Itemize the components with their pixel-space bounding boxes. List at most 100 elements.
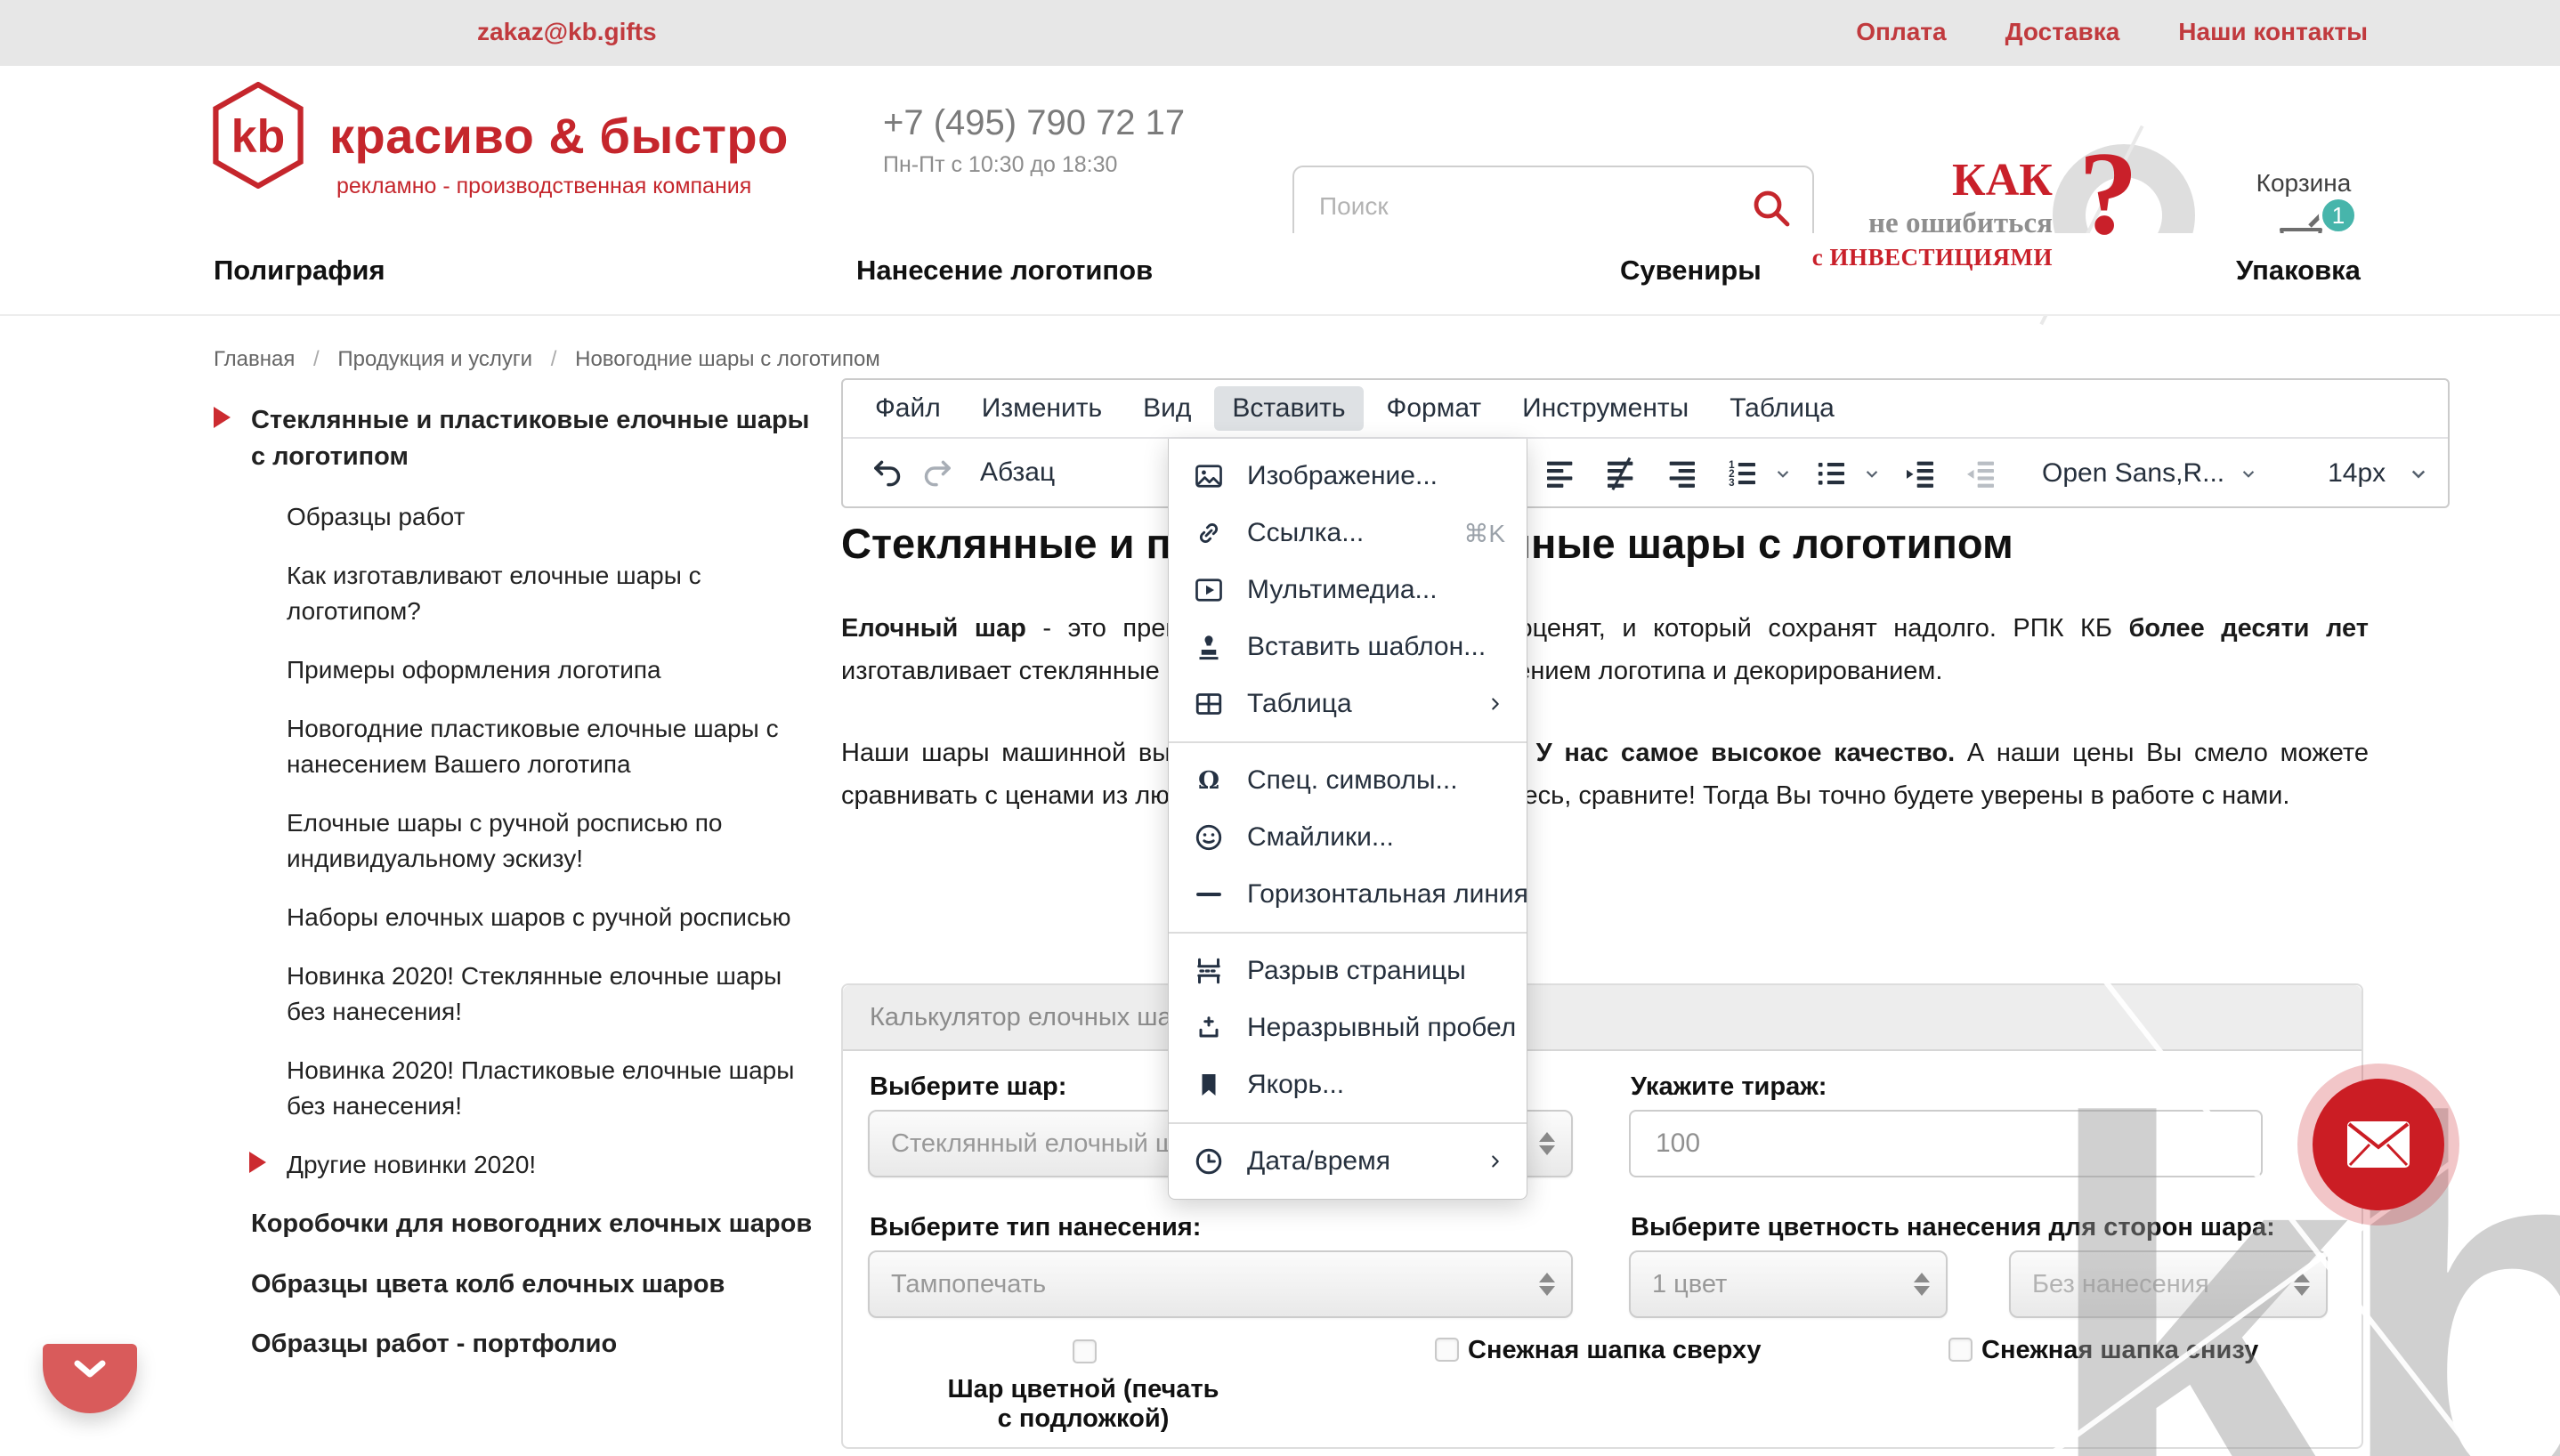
sidebar-item[interactable]: Примеры оформления логотипа [249,652,819,688]
menu-format[interactable]: Формат [1369,386,1500,431]
font-size-select[interactable]: 14px [2328,458,2386,489]
align-left-icon[interactable] [1536,449,1584,497]
block-format-select[interactable]: Абзац [980,457,1055,488]
search-icon[interactable] [1750,187,1793,230]
sidebar-item[interactable]: Наборы елочных шаров с ручной росписью [249,900,819,935]
font-family-select[interactable]: Open Sans,R... [2042,458,2224,489]
font-family-chevron-icon[interactable] [2237,460,2264,487]
menu-item-emoticons[interactable]: Смайлики... [1169,809,1527,866]
qty-input[interactable] [1629,1110,2263,1177]
calculator-body: Выберите шар: Стеклянный елочный шар Ука… [843,1051,2362,1449]
email-link[interactable]: zakaz@kb.gifts [477,18,657,46]
phone-block: +7 (495) 790 72 17 Пн-Пт с 10:30 до 18:3… [883,103,1185,178]
menu-item-anchor[interactable]: Якорь... [1169,1056,1527,1113]
sidebar-item-new-2020[interactable]: Другие новинки 2020! [249,1147,819,1183]
toolbar-more-chevron-icon[interactable] [2405,460,2432,487]
nav-item-polygraphy[interactable]: Полиграфия [214,255,385,287]
redo-icon[interactable] [912,449,960,497]
checkbox-snow-top-label[interactable]: Снежная шапка сверху [1468,1336,1762,1365]
menu-file[interactable]: Файл [857,386,959,431]
nav-item-souvenirs[interactable]: Сувениры [1620,255,1762,287]
menu-item-datetime[interactable]: Дата/время [1169,1133,1527,1190]
sidebar-item-boxes[interactable]: Коробочки для новогодних елочных шаров [214,1206,819,1242]
checkbox-snow-top[interactable] [1435,1338,1459,1362]
color-side2-value: Без нанесения [2032,1270,2209,1299]
checkbox-snow-bottom-label[interactable]: Снежная шапка снизу [1981,1336,2258,1365]
email-fab-button[interactable] [2313,1079,2444,1210]
sidebar-item[interactable]: Новинка 2020! Стеклянные елочные шары бе… [249,959,819,1030]
calculator-title: Калькулятор елочных шаров [843,985,2362,1051]
logo-title: красиво & быстро [329,107,789,165]
menu-item-label: Неразрывный пробел [1247,1013,1516,1043]
menu-item-label: Мультимедиа... [1247,575,1438,605]
sidebar-item-portfolio[interactable]: Образцы работ - портфолио [214,1326,819,1363]
checkbox-snow-bottom[interactable] [1948,1338,1973,1362]
ordered-list-icon[interactable]: 123 [1718,449,1766,497]
sidebar-item[interactable]: Новогодние пластиковые елочные шары с на… [249,711,819,782]
chevron-down-icon [72,1360,108,1381]
menu-item-template[interactable]: Вставить шаблон... [1169,619,1527,675]
qty-label: Укажите тираж: [1631,1072,1827,1102]
indent-icon[interactable] [1896,449,1944,497]
envelope-icon [2346,1120,2410,1169]
sidebar-item[interactable]: Новинка 2020! Пластиковые елочные шары б… [249,1053,819,1124]
svg-text:Ω: Ω [1198,767,1219,795]
menu-tools[interactable]: Инструменты [1504,386,1706,431]
menu-item-page-break[interactable]: Разрыв страницы [1169,942,1527,999]
submenu-chevron-icon [1486,692,1505,716]
sidebar-item-label: Образцы работ - портфолио [251,1330,617,1358]
menu-item-special-chars[interactable]: Ω Спец. символы... [1169,752,1527,809]
unordered-list-chevron-icon[interactable] [1860,460,1887,487]
menu-insert[interactable]: Вставить [1214,386,1363,431]
nav-item-packaging[interactable]: Упаковка [2236,255,2361,287]
topbar-link-payment[interactable]: Оплата [1856,18,1946,46]
horizontal-rule-icon [1188,878,1229,910]
page-title: Стеклянные и пластиковые елочные шары с … [841,519,2369,568]
insert-dropdown-menu: Изображение... Ссылка... ⌘K Мультимедиа.… [1168,439,1527,1200]
sidebar-item-active[interactable]: Стеклянные и пластиковые елочные шары с … [214,402,819,476]
text-run: У нас самое высокое качество. [1536,739,1956,767]
breadcrumb-products[interactable]: Продукция и услуги [337,347,532,371]
menu-item-nonbreaking-space[interactable]: Неразрывный пробел [1169,999,1527,1056]
scroll-down-button[interactable] [43,1344,137,1413]
breadcrumb-home[interactable]: Главная [214,347,295,371]
menu-item-link[interactable]: Ссылка... ⌘K [1169,505,1527,562]
menu-view[interactable]: Вид [1125,386,1209,431]
topbar-link-contacts[interactable]: Наши контакты [2178,18,2368,46]
breadcrumb: Главная / Продукция и услуги / Новогодни… [214,347,880,372]
align-none-icon[interactable] [1597,449,1645,497]
sidebar-item[interactable]: Как изготавливают елочные шары с логотип… [249,558,819,629]
menu-table[interactable]: Таблица [1712,386,1852,431]
menu-item-label: Дата/время [1247,1146,1390,1177]
select-arrows-icon [1539,1132,1555,1155]
outdent-icon[interactable] [1956,449,2005,497]
sidebar-item[interactable]: Елочные шары с ручной росписью по индиви… [249,805,819,877]
sidebar-item-color-samples[interactable]: Образцы цвета колб елочных шаров [214,1266,819,1303]
sidebar-item[interactable]: Образцы работ [249,499,819,535]
color-side1-select[interactable]: 1 цвет [1629,1250,1948,1318]
sidebar-item-label: Новогодние пластиковые елочные шары с на… [287,715,779,778]
unordered-list-icon[interactable] [1807,449,1855,497]
media-icon [1188,574,1229,606]
submenu-chevron-icon [1486,1149,1505,1174]
checkbox-colored-ball[interactable] [1073,1339,1097,1363]
anchor-icon [1188,1069,1229,1101]
print-type-select[interactable]: Тампопечать [868,1250,1573,1318]
logo[interactable]: kb красиво & быстро рекламно - производс… [212,82,789,199]
color-side2-select[interactable]: Без нанесения [2009,1250,2328,1318]
ball-select-label: Выберите шар: [870,1072,1066,1102]
topbar-link-delivery[interactable]: Доставка [2005,18,2120,46]
page: zakaz@kb.gifts Оплата Доставка Наши конт… [0,0,2560,1456]
menu-item-horizontal-rule[interactable]: Горизонтальная линия [1169,866,1527,923]
checkbox-colored-ball-label[interactable]: Шар цветной (печать с подложкой) [941,1375,1226,1434]
menu-edit[interactable]: Изменить [964,386,1120,431]
menu-item-media[interactable]: Мультимедиа... [1169,562,1527,619]
align-right-icon[interactable] [1657,449,1705,497]
menu-separator [1169,1122,1527,1124]
undo-icon[interactable] [864,449,912,497]
menu-item-image[interactable]: Изображение... [1169,448,1527,505]
nav-item-logo-printing[interactable]: Нанесение логотипов [856,255,1153,287]
sidebar-item-label: Другие новинки 2020! [287,1151,536,1178]
ordered-list-chevron-icon[interactable] [1771,460,1798,487]
menu-item-table[interactable]: Таблица [1169,675,1527,732]
